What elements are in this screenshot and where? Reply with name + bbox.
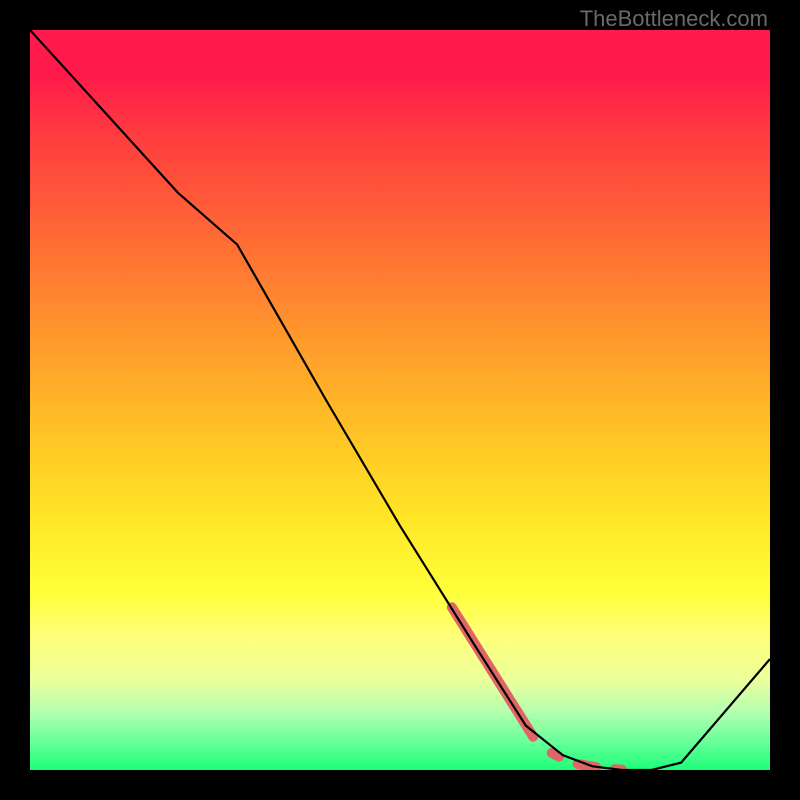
highlight-segment bbox=[552, 753, 559, 757]
highlight-group bbox=[452, 607, 622, 769]
chart-svg bbox=[30, 30, 770, 770]
plot-area bbox=[30, 30, 770, 770]
chart-frame: TheBottleneck.com bbox=[0, 0, 800, 800]
main-curve bbox=[30, 30, 770, 770]
watermark-text: TheBottleneck.com bbox=[580, 6, 768, 32]
